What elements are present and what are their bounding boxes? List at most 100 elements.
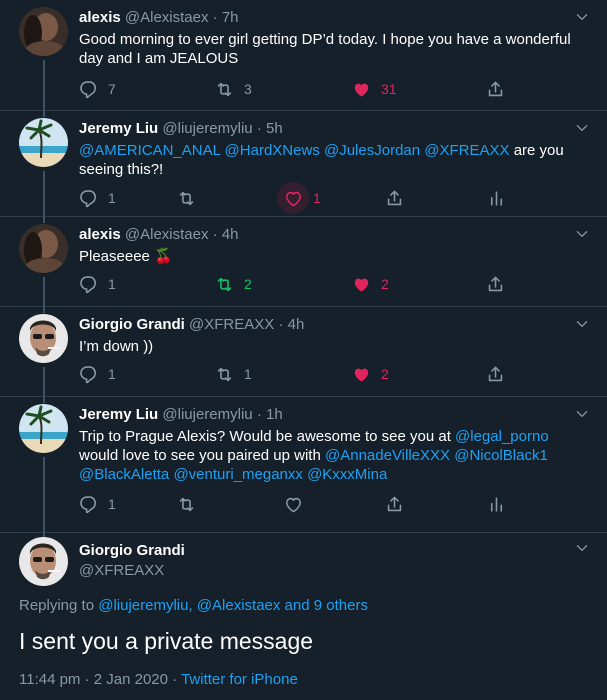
focused-author-handle[interactable]: @XFREAXX	[79, 562, 164, 579]
tweet[interactable]: alexis @Alexistaex · 4h Pleaseeee 🍒 1 2 …	[0, 217, 607, 307]
like-icon	[352, 80, 371, 99]
mention-link[interactable]: @BlackAletta	[79, 466, 169, 483]
retweet-count: 1	[244, 366, 252, 382]
tweet[interactable]: Jeremy Liu @liujeremyliu · 5h @AMERICAN_…	[0, 111, 607, 217]
tweet[interactable]: Jeremy Liu @liujeremyliu · 1h Trip to Pr…	[0, 397, 607, 533]
reply-count: 1	[108, 276, 116, 292]
retweet-icon	[215, 275, 234, 294]
mention-link[interactable]: @HardXNews	[225, 142, 320, 159]
like-icon	[352, 275, 371, 294]
tweet-author-name[interactable]: alexis	[79, 9, 121, 26]
tweet-author-name[interactable]: Jeremy Liu	[79, 406, 158, 423]
analytics-button[interactable]	[487, 187, 506, 209]
like-button[interactable]: 1	[277, 182, 321, 214]
tweet-time[interactable]: 4h	[288, 316, 305, 333]
tweet-author-handle[interactable]: @liujeremyliu	[162, 120, 252, 137]
analytics-icon	[487, 495, 506, 514]
share-button[interactable]	[385, 493, 404, 515]
chevron-down-icon[interactable]	[575, 407, 589, 421]
analytics-button[interactable]	[487, 493, 506, 515]
mention-link[interactable]: @legal_porno	[455, 428, 549, 445]
tweet-time[interactable]: 7h	[222, 9, 239, 26]
retweet-icon	[177, 189, 196, 208]
share-button[interactable]	[486, 363, 505, 385]
chevron-down-icon[interactable]	[575, 121, 589, 135]
tweet-author-name[interactable]: alexis	[79, 226, 121, 243]
reply-count: 7	[108, 81, 116, 97]
chevron-down-icon[interactable]	[575, 541, 589, 555]
mention-link[interactable]: @JulesJordan	[324, 142, 420, 159]
like-button[interactable]: 2	[352, 273, 389, 295]
chevron-down-icon[interactable]	[575, 10, 589, 24]
retweet-icon	[215, 365, 234, 384]
tweet-text: Pleaseeee 🍒	[79, 248, 173, 265]
retweet-button[interactable]	[177, 493, 196, 515]
tweet-time[interactable]: 1h	[266, 406, 283, 423]
like-button[interactable]: 31	[352, 78, 397, 100]
retweet-button[interactable]	[177, 187, 196, 209]
retweet-button[interactable]: 1	[215, 363, 252, 385]
like-count: 2	[381, 276, 389, 292]
like-count: 31	[381, 81, 397, 97]
tweet-author-name[interactable]: Giorgio Grandi	[79, 316, 185, 333]
thread-connector	[43, 60, 45, 111]
reply-button[interactable]: 1	[79, 493, 116, 515]
avatar[interactable]	[19, 224, 68, 273]
avatar[interactable]	[19, 314, 68, 363]
like-button[interactable]	[284, 493, 303, 515]
tweet-metadata: 11:44 pm · 2 Jan 2020 · Twitter for iPho…	[19, 671, 298, 688]
mention-link[interactable]: @XFREAXX	[424, 142, 509, 159]
mention-link[interactable]: @venturi_meganxx	[173, 466, 302, 483]
retweet-count: 3	[244, 81, 252, 97]
tweet-author-handle[interactable]: @Alexistaex	[125, 226, 209, 243]
tweet-author-handle[interactable]: @liujeremyliu	[162, 406, 252, 423]
thread-connector	[43, 111, 45, 117]
share-button[interactable]	[385, 187, 404, 209]
replying-to: Replying to @liujeremyliu, @Alexistaex a…	[19, 597, 368, 614]
focused-author-name[interactable]: Giorgio Grandi	[79, 542, 185, 559]
thread-connector	[43, 217, 45, 223]
conversation-thread: alexis @Alexistaex · 7h Good morning to …	[0, 0, 607, 533]
tweet-author-name[interactable]: Jeremy Liu	[79, 120, 158, 137]
mention-link[interactable]: @AnnadeVilleXXX	[325, 447, 450, 464]
reply-count: 1	[108, 496, 116, 512]
tweet-author-handle[interactable]: @XFREAXX	[189, 316, 274, 333]
chevron-down-icon[interactable]	[575, 317, 589, 331]
like-button[interactable]: 2	[352, 363, 389, 385]
tweet-text: @AMERICAN_ANAL @HardXNews @JulesJordan @…	[79, 141, 591, 179]
share-icon	[385, 189, 404, 208]
avatar[interactable]	[19, 118, 68, 167]
retweet-button[interactable]: 2	[215, 273, 252, 295]
tweet-source-link[interactable]: Twitter for iPhone	[181, 671, 298, 688]
tweet-time[interactable]: 4h	[222, 226, 239, 243]
thread-connector	[43, 397, 45, 403]
mention-link[interactable]: @AMERICAN_ANAL	[79, 142, 220, 159]
reply-button[interactable]: 1	[79, 363, 116, 385]
tweet-text-part: would love to see you paired up with	[79, 447, 321, 464]
retweet-button[interactable]: 3	[215, 78, 252, 100]
mention-link[interactable]: @NicolBlack1	[454, 447, 548, 464]
tweet-author-handle[interactable]: @Alexistaex	[125, 9, 209, 26]
tweet-time[interactable]: 5h	[266, 120, 283, 137]
share-button[interactable]	[486, 273, 505, 295]
reply-button[interactable]: 1	[79, 273, 116, 295]
chevron-down-icon[interactable]	[575, 227, 589, 241]
avatar[interactable]	[19, 7, 68, 56]
share-button[interactable]	[486, 78, 505, 100]
tweet[interactable]: alexis @Alexistaex · 7h Good morning to …	[0, 0, 607, 111]
thread-connector	[43, 307, 45, 313]
avatar[interactable]	[19, 404, 68, 453]
mention-link[interactable]: @KxxxMina	[307, 466, 387, 483]
share-icon	[486, 365, 505, 384]
analytics-icon	[487, 189, 506, 208]
reply-icon	[79, 189, 98, 208]
replying-to-users[interactable]: @liujeremyliu, @Alexistaex and 9 others	[98, 597, 368, 614]
retweet-icon	[177, 495, 196, 514]
reply-button[interactable]: 7	[79, 78, 116, 100]
tweet[interactable]: Giorgio Grandi @XFREAXX · 4h I’m down ))…	[0, 307, 607, 397]
reply-button[interactable]: 1	[79, 187, 116, 209]
share-icon	[486, 80, 505, 99]
thread-connector	[43, 367, 45, 397]
avatar[interactable]	[19, 537, 68, 586]
tweet-timestamp[interactable]: 11:44 pm · 2 Jan 2020 ·	[19, 671, 177, 688]
